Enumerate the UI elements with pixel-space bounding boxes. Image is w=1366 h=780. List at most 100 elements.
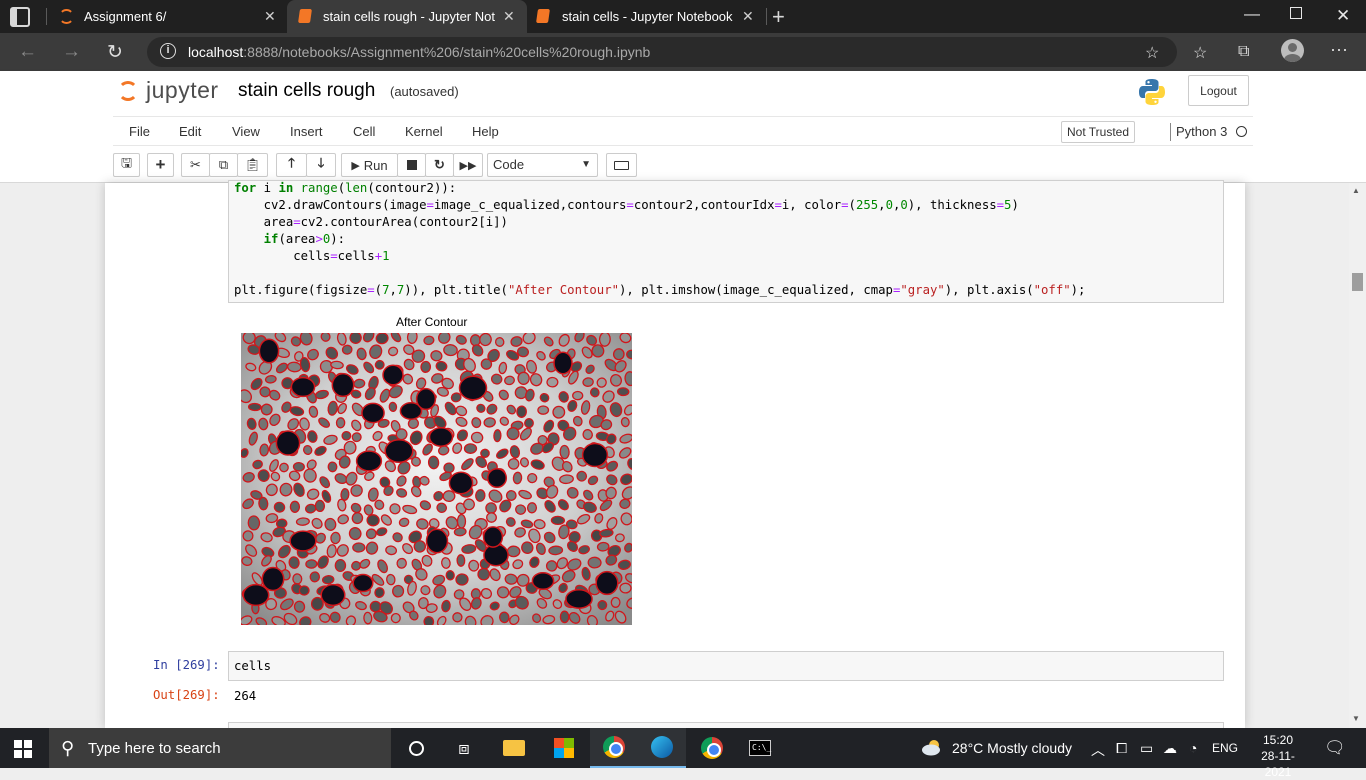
menu-view[interactable]: View xyxy=(232,124,260,139)
cell-contour xyxy=(314,499,326,513)
chrome-canary-button[interactable] xyxy=(688,728,736,768)
close-tab-icon[interactable]: ✕ xyxy=(264,8,276,25)
task-view-button[interactable]: ⧈ xyxy=(440,728,488,768)
autosave-status: (autosaved) xyxy=(390,84,459,99)
reload-icon[interactable]: ↻ xyxy=(107,41,123,64)
restore-button[interactable] xyxy=(1290,7,1302,19)
menu-file[interactable]: File xyxy=(129,124,150,139)
weather-text[interactable]: 28°C Mostly cloudy xyxy=(952,740,1072,756)
tab-title: Assignment 6/ xyxy=(84,9,167,24)
kernel-name[interactable]: Python 3 xyxy=(1176,124,1227,139)
code-line-3: area=cv2.contourArea(contour2[i]) xyxy=(234,215,508,229)
battery-icon[interactable]: ▭ xyxy=(1140,740,1153,757)
run-button[interactable]: ▶ Run xyxy=(341,153,398,177)
move-up-button[interactable]: 🡑 xyxy=(276,153,307,177)
cut-button[interactable]: ✂ xyxy=(181,153,210,177)
cell-contour xyxy=(341,344,353,355)
insert-cell-button[interactable]: + xyxy=(147,153,174,177)
move-down-button[interactable]: 🡓 xyxy=(306,153,336,177)
tab-assignment[interactable]: Assignment 6/ ✕ xyxy=(49,0,285,33)
menu-help[interactable]: Help xyxy=(472,124,499,139)
store-button[interactable] xyxy=(540,728,588,768)
paste-icon: 📋︎ xyxy=(244,157,261,172)
clock-date: 28-11-2021 xyxy=(1261,749,1295,779)
cell-contour xyxy=(295,517,310,526)
new-tab-button[interactable]: + xyxy=(772,4,785,30)
weather-cloudy-icon xyxy=(922,740,940,756)
scroll-down-icon[interactable]: ▼ xyxy=(1352,714,1360,723)
favorites-icon[interactable]: ☆ xyxy=(1193,43,1207,63)
menu-kernel[interactable]: Kernel xyxy=(405,124,443,139)
cell-contour xyxy=(330,531,341,545)
edge-button[interactable] xyxy=(638,728,686,768)
windows-start-icon[interactable] xyxy=(14,740,32,758)
paste-button[interactable]: 📋︎ xyxy=(237,153,268,177)
copy-button[interactable]: ⧉ xyxy=(209,153,238,177)
taskbar-search[interactable]: ⚲ Type here to search xyxy=(49,728,391,768)
cell-contour xyxy=(516,405,527,418)
dark-stained-cell xyxy=(483,543,509,567)
tab-stain-cells-rough[interactable]: stain cells rough - Jupyter Noteb ✕ xyxy=(287,0,527,33)
network-device-icon[interactable]: ⧠ xyxy=(1116,740,1127,757)
cell-contour xyxy=(258,496,269,511)
forward-arrow-icon[interactable]: → xyxy=(62,41,81,63)
wifi-icon[interactable]: ◔ xyxy=(1189,740,1197,756)
dark-stained-cell xyxy=(331,372,355,398)
task-view-icon: ⧈ xyxy=(458,737,470,758)
cells-input-editor[interactable]: cells xyxy=(228,651,1224,681)
terminal-button[interactable]: C:\_ xyxy=(736,728,784,768)
show-hidden-icons-icon[interactable]: ︿ xyxy=(1091,740,1105,760)
cell-contour xyxy=(512,471,523,485)
close-tab-icon[interactable]: ✕ xyxy=(503,8,515,25)
interrupt-button[interactable] xyxy=(397,153,426,177)
site-info-icon[interactable]: i xyxy=(160,43,176,59)
code-cell-editor[interactable]: for i in range(len(contour2)): cv2.drawC… xyxy=(228,180,1224,303)
file-explorer-button[interactable] xyxy=(490,728,538,768)
notifications-icon[interactable]: 🗨︎ xyxy=(1324,738,1346,758)
restart-button[interactable]: ↻ xyxy=(425,153,454,177)
notebook-name[interactable]: stain cells rough xyxy=(238,80,375,102)
cell-contour xyxy=(259,443,270,457)
tab-actions-icon[interactable] xyxy=(10,7,30,27)
save-button[interactable]: 🖫 xyxy=(113,153,140,177)
not-trusted-button[interactable]: Not Trusted xyxy=(1061,121,1136,143)
jupyter-logo[interactable]: jupyter xyxy=(116,75,226,107)
dark-stained-cell xyxy=(595,570,619,596)
back-arrow-icon[interactable]: ← xyxy=(18,41,37,63)
chevron-down-icon: ▼ xyxy=(581,159,591,170)
add-favorite-icon[interactable]: ☆ xyxy=(1145,43,1159,63)
menu-insert[interactable]: Insert xyxy=(290,124,323,139)
page-scrollbar[interactable] xyxy=(1349,183,1366,728)
cortana-button[interactable] xyxy=(392,728,440,768)
cell-contour xyxy=(305,559,318,569)
more-menu-icon[interactable]: ··· xyxy=(1330,39,1348,60)
menu-edit[interactable]: Edit xyxy=(179,124,201,139)
collections-icon[interactable]: ⧉ xyxy=(1238,43,1249,61)
dark-stained-cell xyxy=(581,442,609,468)
language-indicator[interactable]: ENG xyxy=(1212,741,1238,755)
scrollbar-thumb[interactable] xyxy=(1352,273,1363,291)
chrome-button[interactable] xyxy=(590,728,638,768)
close-tab-icon[interactable]: ✕ xyxy=(742,8,754,25)
cell-contour xyxy=(445,570,455,581)
address-bar[interactable]: i localhost:8888/notebooks/Assignment%20… xyxy=(147,37,1177,67)
dark-stained-cell xyxy=(352,573,374,593)
onedrive-icon[interactable]: ☁ xyxy=(1163,740,1177,757)
minimize-button[interactable]: — xyxy=(1244,6,1260,24)
profile-avatar[interactable] xyxy=(1281,39,1304,62)
stained-cells-image xyxy=(241,333,632,625)
cell-type-select[interactable]: Code ▼ xyxy=(487,153,598,177)
cell-contour xyxy=(537,405,550,415)
restart-run-all-button[interactable]: ▶▶ xyxy=(453,153,483,177)
cell-contour xyxy=(298,585,310,596)
url-text[interactable]: localhost:8888/notebooks/Assignment%206/… xyxy=(188,44,650,60)
menu-cell[interactable]: Cell xyxy=(353,124,375,139)
taskbar-clock[interactable]: 15:20 28-11-2021 xyxy=(1258,732,1298,780)
kernel-idle-icon xyxy=(1236,126,1247,137)
scroll-up-icon[interactable]: ▲ xyxy=(1352,186,1360,195)
logout-button[interactable]: Logout xyxy=(1188,75,1249,106)
close-window-button[interactable]: ✕ xyxy=(1336,6,1350,26)
tab-stain-cells[interactable]: stain cells - Jupyter Notebook ✕ xyxy=(527,0,767,33)
command-palette-button[interactable] xyxy=(606,153,637,177)
cell-contour xyxy=(289,500,301,513)
